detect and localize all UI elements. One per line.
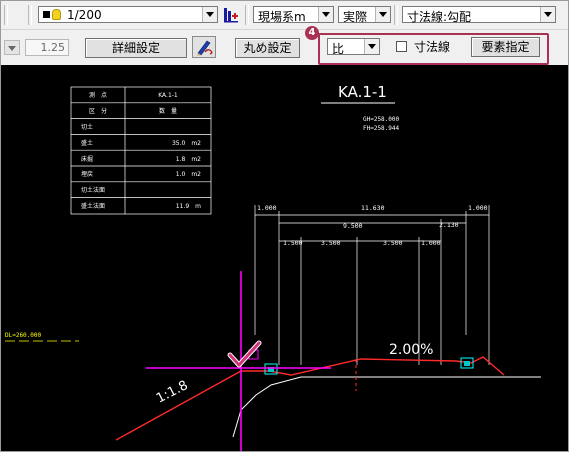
coord-system-value: 現場系m xyxy=(258,10,306,24)
layer-scale-value: 1/200 xyxy=(67,8,102,22)
table-cell: 1.8 m2 xyxy=(176,156,201,163)
ratio-select[interactable]: 比 xyxy=(327,38,380,56)
dimension-label: 1.000 xyxy=(421,239,441,247)
chevron-down-icon[interactable] xyxy=(4,40,20,55)
toolbar-grip[interactable] xyxy=(28,5,32,25)
table-cell: 床掘 xyxy=(81,155,93,163)
quantity-table xyxy=(70,86,212,215)
toolbar-grip[interactable] xyxy=(245,5,249,25)
chevron-down-icon[interactable] xyxy=(364,39,379,54)
element-select-button[interactable]: 要素指定 xyxy=(471,37,540,57)
layer-scale-select[interactable]: 1/200 xyxy=(38,6,218,23)
table-cell: KA.1-1 xyxy=(158,92,178,99)
display-mode-value: 実際 xyxy=(343,10,368,24)
cross-section-drawing: 測 点 KA.1-1 区 分 数 量 切土 盛土 35.0 m2 床掘 1.8 … xyxy=(5,83,541,451)
detail-settings-button[interactable]: 詳細設定 xyxy=(85,38,187,58)
table-cell: 区 分 xyxy=(89,107,107,115)
table-cell: 35.0 m2 xyxy=(172,140,201,147)
display-mode-select[interactable]: 実際 xyxy=(338,6,391,24)
rounding-settings-button[interactable]: 丸め設定 xyxy=(235,38,300,58)
formation-height-label: FH=258.944 xyxy=(363,125,400,132)
coord-system-select[interactable]: 現場系m xyxy=(253,6,334,24)
dimension-line-value: 寸法線:勾配 xyxy=(407,10,472,24)
lightbulb-icon xyxy=(52,9,61,20)
table-cell: 11.9 m xyxy=(176,203,201,210)
dimension-label: 3.500 xyxy=(383,239,403,247)
dimension-label: 11.630 xyxy=(361,204,385,212)
table-cell: 1.0 m2 xyxy=(176,171,201,178)
table-cell: 埋戻 xyxy=(81,170,93,178)
dimension-label: 9.500 xyxy=(343,222,363,230)
layer-add-icon[interactable] xyxy=(223,7,239,23)
ground-line xyxy=(232,376,541,438)
toolbar-grip[interactable] xyxy=(4,5,8,25)
dimension-line-checkbox-label: 寸法線 xyxy=(414,40,451,54)
dimension-label: 1.500 xyxy=(283,239,303,247)
dimension-label: 2.130 xyxy=(439,221,459,229)
station-title: KA.1-1 xyxy=(338,83,387,101)
chevron-down-icon[interactable] xyxy=(318,7,333,22)
table-cell: 切土 xyxy=(81,123,93,131)
dimension-label: 1.000 xyxy=(468,204,488,212)
chevron-down-icon[interactable] xyxy=(202,7,217,22)
table-cell: 盛土 xyxy=(81,139,93,147)
table-cell: 切土法面 xyxy=(81,186,105,194)
datum-level-label: DL=260.000 xyxy=(5,332,42,339)
table-cell: 数 量 xyxy=(159,107,177,115)
dimension-label: 3.500 xyxy=(321,239,341,247)
toolbar-primary: 1/200 現場系m 実際 寸法線:勾配 xyxy=(1,1,568,30)
callout-number-badge: 4 xyxy=(305,26,319,40)
toolbar-grip[interactable] xyxy=(394,5,398,25)
dimension-line-select[interactable]: 寸法線:勾配 xyxy=(402,6,556,24)
app-window: 1/200 現場系m 実際 寸法線:勾配 1.25 詳細設定 丸め設定 4 比 … xyxy=(0,0,569,452)
scale-input[interactable]: 1.25 xyxy=(25,39,69,56)
dimension-label: 1.000 xyxy=(257,204,277,212)
ratio-select-value: 比 xyxy=(332,42,345,56)
table-cell: 測 点 xyxy=(89,91,107,99)
chevron-down-icon[interactable] xyxy=(375,7,390,22)
color-square-icon xyxy=(43,11,50,18)
chevron-down-icon[interactable] xyxy=(540,7,555,22)
ground-height-label: GH=258.000 xyxy=(363,116,400,123)
cad-drawing-canvas[interactable]: 測 点 KA.1-1 区 分 数 量 切土 盛土 35.0 m2 床掘 1.8 … xyxy=(1,65,568,451)
table-cell: 盛土法面 xyxy=(81,202,105,210)
pen-icon[interactable] xyxy=(192,36,216,58)
dimension-lines xyxy=(254,205,490,365)
cross-slope-label: 2.00% xyxy=(389,342,433,358)
dimension-line-checkbox[interactable] xyxy=(396,41,407,52)
